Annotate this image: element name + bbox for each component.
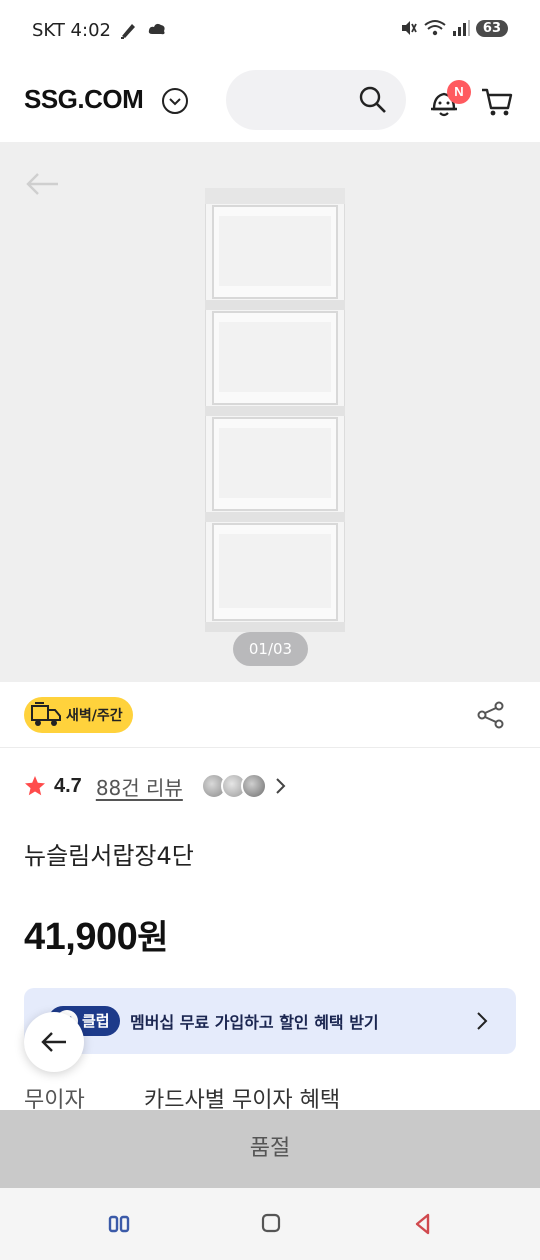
status-time: SKT 4:02	[32, 20, 111, 41]
price-value: 41,900	[24, 916, 138, 958]
delivery-row: 새벽/주간	[0, 682, 540, 748]
soldout-button[interactable]: 품절	[0, 1110, 540, 1188]
review-thumbnails[interactable]	[200, 773, 267, 799]
status-left-icons	[118, 18, 168, 40]
notification-badge: N	[447, 80, 471, 104]
review-count-link[interactable]: 88건 리뷰	[96, 772, 183, 801]
site-switch-chevron-down-icon[interactable]	[162, 88, 188, 114]
app-header: SSG.COM N	[0, 62, 540, 142]
mute-icon	[401, 21, 417, 35]
wifi-icon	[424, 20, 446, 36]
search-bar[interactable]	[226, 70, 406, 130]
delivery-badge: 새벽/주간	[24, 697, 133, 733]
membership-banner[interactable]: U 클럽 멤버십 무료 가입하고 할인 혜택 받기	[24, 988, 516, 1054]
chevron-right-icon[interactable]	[273, 777, 287, 795]
android-nav-bar	[0, 1188, 540, 1260]
star-icon	[25, 776, 45, 796]
ssg-logo[interactable]: SSG.COM	[24, 84, 144, 115]
pencil-notification-icon	[121, 24, 135, 39]
review-thumbnail[interactable]	[240, 773, 267, 799]
delivery-badge-label: 새벽/주간	[66, 708, 123, 724]
product-photo-drawer	[205, 188, 345, 632]
status-right-icons: 63	[400, 19, 508, 37]
rating-score: 4.7	[54, 774, 82, 797]
recent-apps-icon[interactable]	[108, 1212, 132, 1236]
uclub-badge-label: 클럽	[82, 1012, 110, 1030]
installment-row: 무이자 카드사별 무이자 혜택	[24, 1080, 524, 1110]
back-arrow-icon[interactable]	[24, 170, 60, 198]
image-page-indicator: 01/03	[233, 632, 308, 666]
installment-value: 카드사별 무이자 혜택	[144, 1088, 341, 1110]
price-unit: 원	[137, 918, 169, 958]
cloud-notification-icon	[148, 23, 165, 35]
chevron-right-icon	[477, 1012, 488, 1030]
home-icon[interactable]	[260, 1212, 282, 1234]
product-image-gallery[interactable]: 01/03	[0, 142, 540, 682]
signal-icon	[452, 20, 470, 36]
nav-back-icon[interactable]	[412, 1212, 434, 1236]
installment-label: 무이자	[24, 1088, 85, 1110]
rating-row[interactable]: 4.7 88건 리뷰	[24, 766, 287, 806]
membership-text: 멤버십 무료 가입하고 할인 혜택 받기	[130, 1013, 379, 1032]
truck-icon	[31, 702, 61, 726]
cart-icon[interactable]	[480, 84, 514, 118]
battery-indicator: 63	[475, 19, 508, 37]
share-icon[interactable]	[476, 700, 506, 730]
product-price: 41,900원	[24, 910, 169, 959]
search-icon[interactable]	[358, 85, 388, 115]
product-name: 뉴슬림서랍장4단	[24, 842, 194, 870]
back-arrow-icon	[41, 1032, 66, 1052]
status-bar: SKT 4:02 63	[0, 0, 540, 62]
floating-back-button[interactable]	[24, 1012, 84, 1072]
